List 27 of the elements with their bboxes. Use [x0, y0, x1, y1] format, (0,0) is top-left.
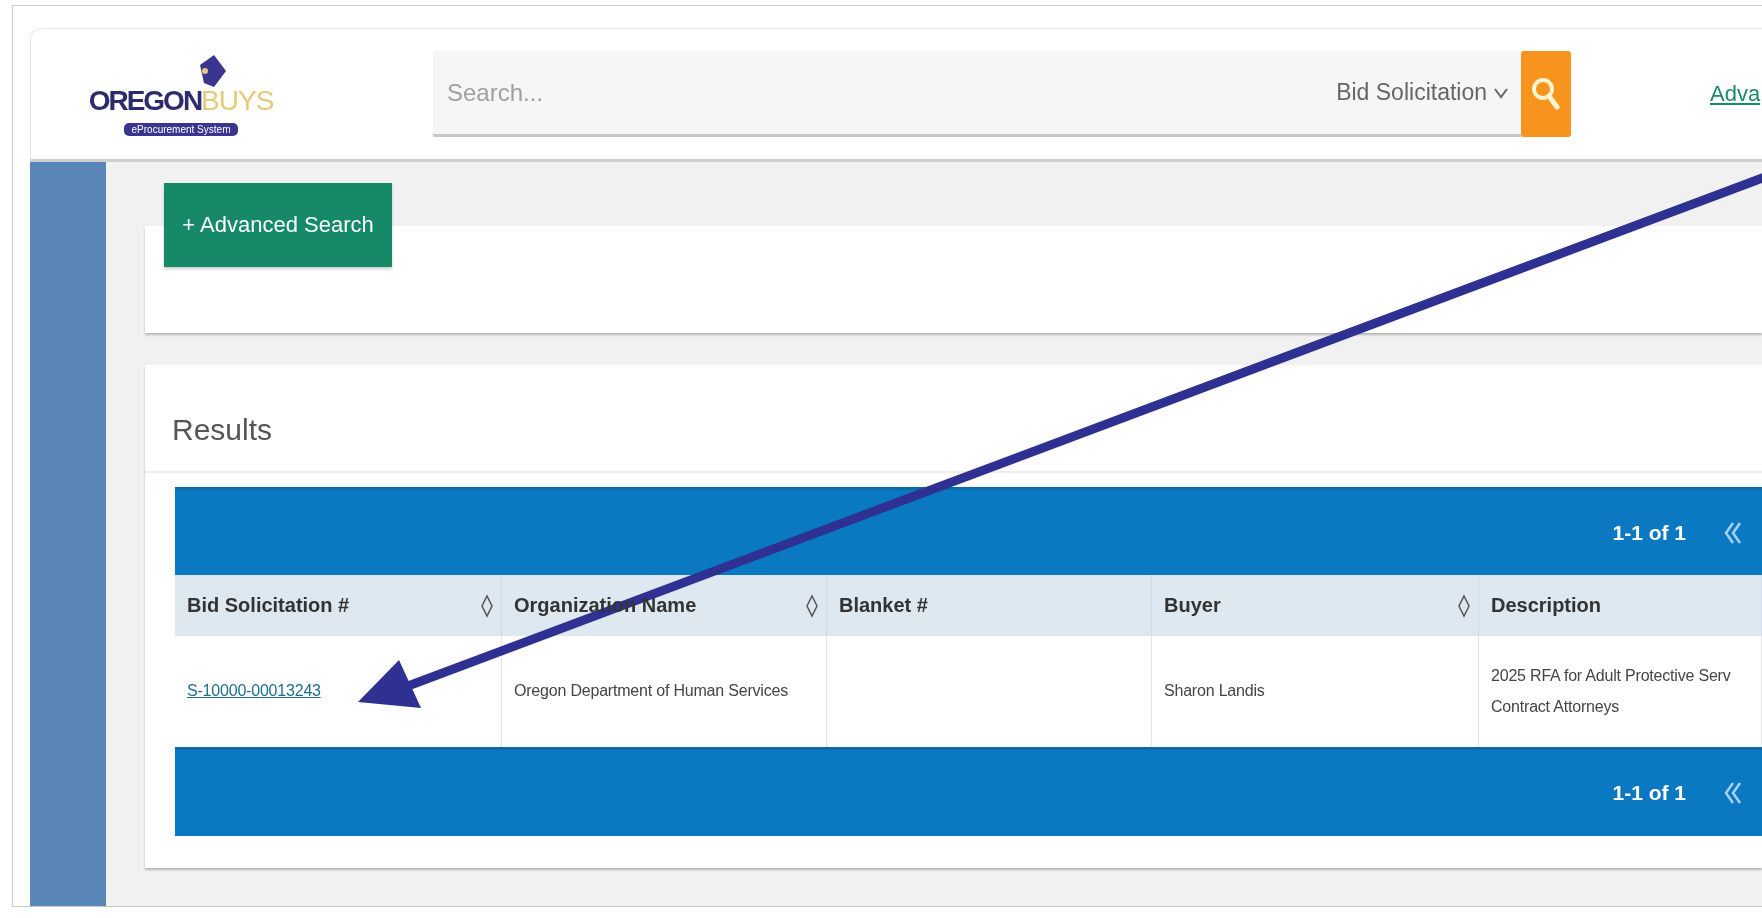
- column-label: Blanket #: [839, 594, 928, 617]
- sort-icon[interactable]: [806, 593, 818, 618]
- column-header[interactable]: Description: [1479, 575, 1762, 636]
- column-label: Buyer: [1164, 594, 1221, 617]
- search-icon: [1531, 77, 1561, 111]
- column-header[interactable]: Buyer: [1152, 575, 1479, 636]
- column-label: Description: [1491, 594, 1602, 617]
- logo-tagline: eProcurement System: [123, 122, 239, 136]
- page-count: 1-1 of 1: [1612, 520, 1686, 545]
- logo-text: BUYS: [201, 84, 274, 117]
- results-title: Results: [145, 365, 1762, 473]
- column-header[interactable]: Bid Solicitation #: [175, 575, 502, 636]
- page-count: 1-1 of 1: [1612, 781, 1686, 805]
- double-chevron-left-icon[interactable]: [1724, 781, 1742, 805]
- sort-icon[interactable]: [1458, 593, 1470, 618]
- search-scope-dropdown[interactable]: Bid Solicitation: [1336, 79, 1509, 106]
- logo-text: OREGON: [88, 84, 202, 117]
- double-chevron-left-icon[interactable]: [1724, 520, 1742, 545]
- advanced-link[interactable]: Adva: [1710, 81, 1761, 107]
- logo[interactable]: OREGONBUYS eProcurement System: [81, 52, 281, 136]
- sort-icon[interactable]: [481, 593, 493, 618]
- search-field[interactable]: Search... Bid Solicitation: [433, 51, 1521, 137]
- column-header[interactable]: Blanket #: [827, 575, 1152, 636]
- solicitation-link[interactable]: S-10000-00013243: [187, 676, 321, 707]
- chevron-down-icon: [1493, 86, 1509, 99]
- column-label: Bid Solicitation #: [187, 594, 350, 617]
- advanced-search-button[interactable]: + Advanced Search: [164, 183, 392, 267]
